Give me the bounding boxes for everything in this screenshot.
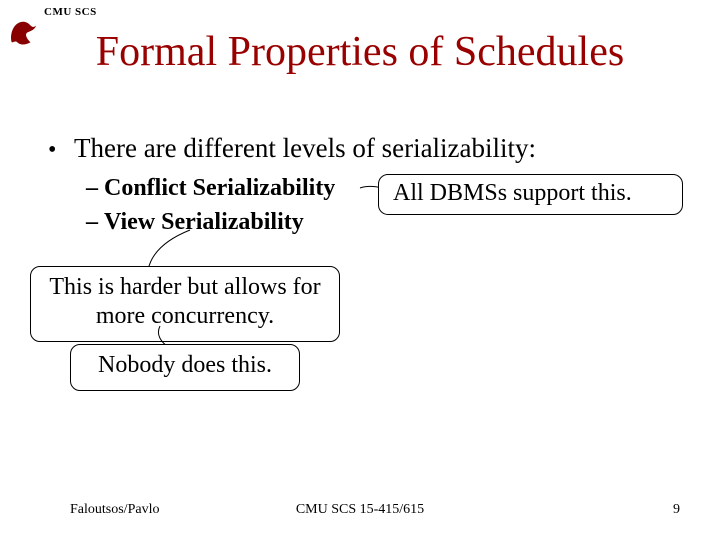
annotation-harder: This is harder but allows for more concu… [30, 266, 340, 342]
footer-course: CMU SCS 15-415/615 [0, 502, 720, 518]
slide: CMU SCS Formal Properties of Schedules •… [0, 0, 720, 540]
footer-page-number: 9 [673, 502, 680, 518]
sub-bullet-1-text: Conflict Serializability [104, 172, 335, 206]
annotation-dbms: All DBMSs support this. [378, 174, 683, 215]
dash-icon: – [86, 206, 104, 240]
header-label: CMU SCS [44, 6, 97, 18]
slide-title: Formal Properties of Schedules [0, 28, 720, 76]
bullet-dot-icon: • [48, 134, 74, 166]
sub-bullet-2-text: View Serializability [104, 206, 304, 240]
bullet-text: There are different levels of serializab… [74, 130, 536, 166]
bullet-main: • There are different levels of serializ… [48, 130, 690, 166]
dash-icon: – [86, 172, 104, 206]
annotation-nobody: Nobody does this. [70, 344, 300, 391]
